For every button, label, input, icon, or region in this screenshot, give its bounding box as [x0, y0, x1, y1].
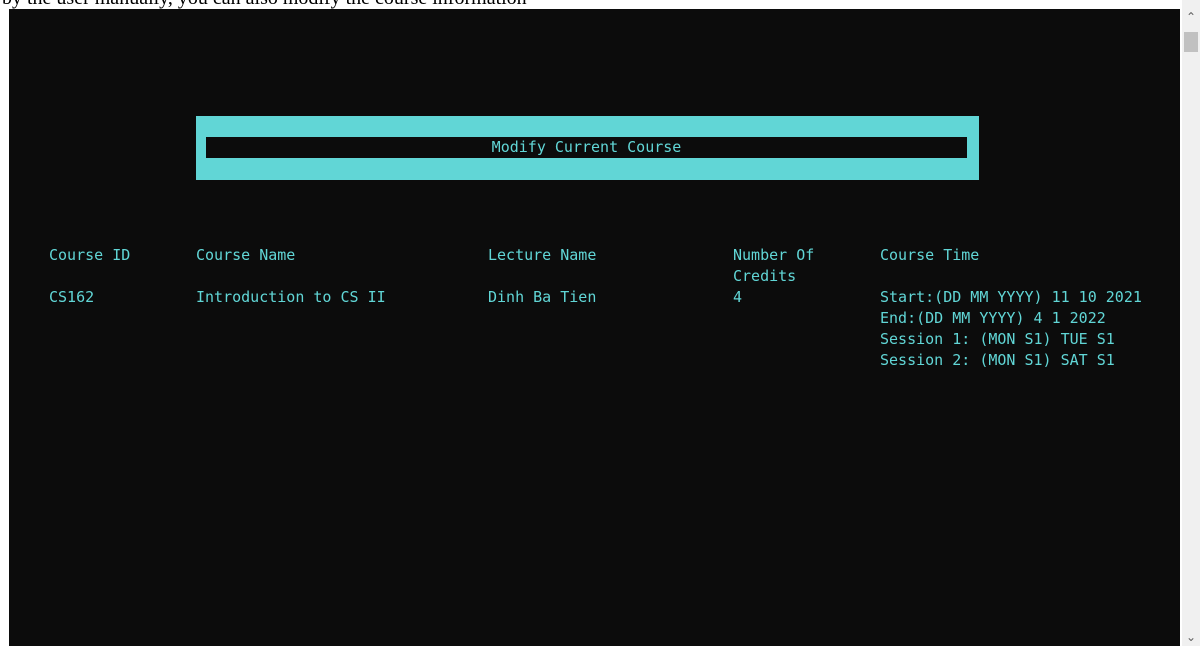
chevron-down-icon[interactable]: ⌄ — [1182, 628, 1200, 646]
header-course-id: Course ID — [49, 246, 131, 264]
chevron-up-icon[interactable]: ⌃ — [1182, 8, 1200, 26]
header-credits-line1: Number Of — [733, 246, 815, 264]
document-caption: by the user manually, you can also modif… — [0, 0, 1184, 9]
title-banner: Modify Current Course — [196, 116, 979, 180]
console-window: Modify Current Course Course ID Course N… — [9, 9, 1180, 646]
cell-session-2: Session 2: (MON S1) SAT S1 — [880, 351, 1115, 369]
header-course-name: Course Name — [196, 246, 296, 264]
cell-course-id: CS162 — [49, 288, 95, 306]
cell-lecture-name: Dinh Ba Tien — [488, 288, 597, 306]
cell-session-1: Session 1: (MON S1) TUE S1 — [880, 330, 1115, 348]
banner-title: Modify Current Course — [206, 137, 967, 158]
cell-time-end: End:(DD MM YYYY) 4 1 2022 — [880, 309, 1106, 327]
cell-credits: 4 — [733, 288, 743, 306]
header-course-time: Course Time — [880, 246, 980, 264]
document-page: by the user manually, you can also modif… — [0, 0, 1200, 646]
header-credits-line2: Credits — [733, 267, 797, 285]
cell-course-name: Introduction to CS II — [196, 288, 386, 306]
scrollbar-thumb[interactable] — [1184, 32, 1198, 52]
header-lecture-name: Lecture Name — [488, 246, 597, 264]
vertical-scrollbar[interactable]: ⌃ ⌄ — [1182, 0, 1200, 646]
cell-time-start: Start:(DD MM YYYY) 11 10 2021 — [880, 288, 1142, 306]
